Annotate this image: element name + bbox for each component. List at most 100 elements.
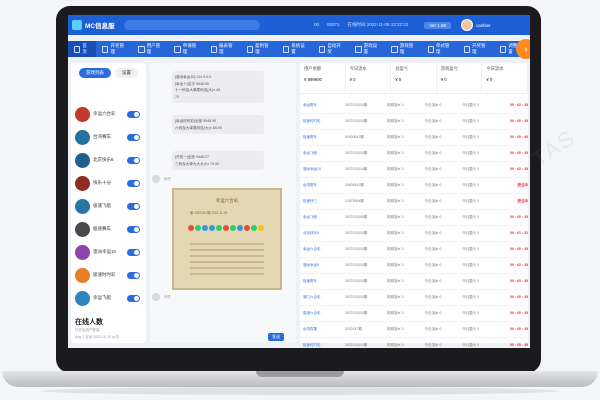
tab-settings[interactable]: 设置 bbox=[115, 68, 138, 78]
nav-icon bbox=[427, 45, 434, 53]
table-cell: 今日流水 0 bbox=[424, 134, 442, 139]
table-cell: 今日流水 0 bbox=[424, 118, 442, 123]
countdown-cell: 00 : 00 : 45 bbox=[510, 247, 528, 251]
game-name-cell[interactable]: 幸运六合彩 bbox=[300, 247, 345, 252]
table-row[interactable]: 澳门六合彩 2022111010期 本期流水 0 今日流水 0 今日盈亏 0 00 : 0… bbox=[300, 289, 528, 306]
table-row[interactable]: 幸运赛车 2022111010期 本期流水 0 今日流水 0 今日盈亏 0 00 : 02… bbox=[300, 97, 528, 114]
laptop-notch bbox=[256, 371, 344, 377]
game-group-item[interactable]: 极速赛车 bbox=[71, 218, 146, 240]
user-name[interactable]: cashier bbox=[476, 23, 491, 28]
game-name-cell[interactable]: 极速快三 bbox=[300, 199, 345, 204]
more-menu-button[interactable]: › bbox=[516, 39, 530, 59]
game-name: 澳洲幸运10 bbox=[93, 249, 117, 254]
table-cell: 今日流水 0 bbox=[424, 342, 442, 347]
table-row[interactable]: 极速时时彩 2022111010期 本期流水 0 今日流水 0 今日盈亏 0 00 : 0… bbox=[300, 113, 528, 130]
nav-item[interactable]: 申请管理 bbox=[168, 41, 204, 57]
chat-meta: 管理 bbox=[164, 295, 171, 299]
table-row[interactable]: 极速赛车 2022111010期 本期流水 0 今日流水 0 今日盈亏 0 00 : 03… bbox=[300, 273, 528, 290]
game-name-cell[interactable]: 极速赛车 bbox=[300, 279, 345, 284]
game-toggle[interactable] bbox=[127, 133, 140, 141]
table-cell: 今日盈亏 0 bbox=[462, 310, 480, 315]
table-cell: 今日流水 0 bbox=[424, 230, 442, 235]
chat-message: [幸运时时彩]全部 9548.90 六码及大单尾码连(大)x 4B.90 bbox=[172, 115, 264, 134]
game-name-cell[interactable]: 澳洲幸运5 bbox=[300, 263, 345, 268]
table-row[interactable]: 幸运六合彩 2022111010期 本期流水 0 今日流水 0 今日盈亏 0 00 : 0… bbox=[300, 241, 528, 258]
game-group-item[interactable]: 极速飞艇 bbox=[71, 195, 146, 217]
game-group-item[interactable]: 北京快乐8 bbox=[71, 149, 146, 171]
game-toggle[interactable] bbox=[127, 271, 140, 279]
game-name-cell[interactable]: 澳门六合彩 bbox=[300, 295, 345, 300]
table-row[interactable]: 幸运飞艇 2022111009期 本期流水 0 今日流水 0 今日盈亏 0 00 : 00… bbox=[300, 209, 528, 226]
nav-item[interactable]: 用户管理 bbox=[132, 41, 168, 57]
nav-item[interactable]: 首页 bbox=[68, 41, 97, 57]
game-name-cell[interactable]: 香港六合彩 bbox=[300, 311, 345, 316]
version-button[interactable]: Ver 1.98 bbox=[424, 21, 451, 29]
table-row[interactable]: 台湾宾果 2020187期 本期流水 0 今日流水 0 今日盈亏 0 00 : 00 : … bbox=[300, 321, 528, 338]
nav-item[interactable]: 盈利管理 bbox=[241, 41, 277, 57]
lottery-result-card[interactable]: 幸运六合彩 第 2022110 期 2022-11-09 bbox=[172, 188, 282, 290]
game-toggle[interactable] bbox=[127, 225, 140, 233]
table-row[interactable]: 澳洲幸运10 2022111014期 本期流水 0 今日流水 0 今日盈亏 0 00 : … bbox=[300, 161, 528, 178]
game-group-item[interactable]: 幸运飞艇 bbox=[71, 287, 146, 309]
table-row[interactable]: 极速时时彩 2022111010期 本期流水 0 今日流水 0 今日盈亏 0 00 : 0… bbox=[300, 337, 528, 348]
left-tabs: 游戏列表 设置 bbox=[71, 63, 146, 78]
game-group-item[interactable]: 极速时时彩 bbox=[71, 264, 146, 286]
game-name-cell[interactable]: 澳洲幸运10 bbox=[300, 167, 345, 172]
countdown-cell: 00 : 01 : 32 bbox=[510, 231, 528, 235]
online-subtitle: 已开启用户数量 bbox=[75, 328, 100, 332]
nav-item[interactable]: 单式管理 bbox=[422, 41, 458, 57]
table-cell: 今日盈亏 0 bbox=[462, 134, 480, 139]
game-name-cell[interactable]: 极速赛车 bbox=[300, 135, 345, 140]
game-toggle[interactable] bbox=[127, 248, 140, 256]
game-toggle[interactable] bbox=[127, 294, 140, 302]
nav-label: 开奖管理 bbox=[110, 43, 124, 54]
game-name-cell[interactable]: 台湾赛车 bbox=[300, 183, 345, 188]
game-name-cell[interactable]: 幸运赛车 bbox=[300, 103, 345, 108]
game-group-item[interactable]: 台湾赛车 bbox=[71, 126, 146, 148]
nav-item[interactable]: 开奖管理 bbox=[458, 41, 494, 57]
send-button[interactable]: 发送 bbox=[268, 333, 284, 341]
logo[interactable]: MC信息服 bbox=[68, 20, 122, 30]
search-input[interactable] bbox=[124, 20, 260, 30]
table-cell: 今日盈亏 0 bbox=[462, 326, 480, 331]
table-cell: 本期流水 0 bbox=[386, 294, 404, 299]
game-toggle[interactable] bbox=[127, 179, 140, 187]
game-group-item[interactable]: 快乐十分 bbox=[71, 172, 146, 194]
game-name: 台湾赛车 bbox=[93, 134, 111, 139]
table-cell: 今日流水 0 bbox=[424, 166, 442, 171]
table-row[interactable]: 澳洲幸运5 2022111010期 本期流水 0 今日流水 0 今日盈亏 0 00 : 0… bbox=[300, 257, 528, 274]
table-row[interactable]: 幸运飞艇 2022111010期 本期流水 0 今日流水 0 今日盈亏 0 00 : 00… bbox=[300, 145, 528, 162]
game-group-item[interactable]: 澳洲幸运10 bbox=[71, 241, 146, 263]
game-toggle[interactable] bbox=[127, 110, 140, 118]
nav-item[interactable]: 游戏管理 bbox=[385, 41, 421, 57]
nav-item[interactable]: 系统设置 bbox=[277, 41, 313, 57]
game-name-cell[interactable]: 极速时时彩 bbox=[300, 119, 345, 124]
nav-item[interactable]: 报表管理 bbox=[205, 41, 241, 57]
table-row[interactable]: 极速快三 12475364期 本期流水 0 今日流水 0 今日盈亏 0 投注中 bbox=[300, 193, 528, 210]
countdown-cell: 00 : 00 : 45 bbox=[510, 215, 528, 219]
table-row[interactable]: 极速赛车 00000841期 本期流水 0 今日流水 0 今日盈亏 0 00 : 00 :… bbox=[300, 129, 528, 146]
chat-message: [开奖一]全部 9446.27 三码及大单大大大小x 74.90 bbox=[172, 151, 264, 170]
countdown-cell: 00 : 00 : 45 bbox=[510, 119, 528, 123]
game-name-cell[interactable]: 幸运飞艇 bbox=[300, 215, 345, 220]
nav-item[interactable]: 游戏设置 bbox=[349, 41, 385, 57]
nav-item[interactable]: 自动开奖 bbox=[313, 41, 349, 57]
user-avatar[interactable] bbox=[461, 19, 473, 31]
table-row[interactable]: 香港六合彩 2022111010期 本期流水 0 今日流水 0 今日盈亏 0 00 : 0… bbox=[300, 305, 528, 322]
game-group-item[interactable]: 幸运六合彩 bbox=[71, 103, 146, 125]
game-name-cell[interactable]: 幸运飞艇 bbox=[300, 151, 345, 156]
tab-game-list[interactable]: 游戏列表 bbox=[79, 68, 111, 78]
table-cell: 今日盈亏 0 bbox=[462, 230, 480, 235]
result-ball bbox=[195, 225, 201, 231]
game-name-cell[interactable]: 极速时时彩 bbox=[300, 343, 345, 348]
game-toggle[interactable] bbox=[127, 156, 140, 164]
nav-item[interactable]: 开奖管理 bbox=[96, 41, 132, 57]
table-row[interactable]: 台湾赛车 20004841期 本期流水 0 今日流水 0 今日盈亏 0 投注中 bbox=[300, 177, 528, 194]
table-cell: 12475364期 bbox=[344, 198, 364, 203]
game-toggle[interactable] bbox=[127, 202, 140, 210]
game-name-cell[interactable]: 北京快乐8 bbox=[300, 231, 345, 236]
game-name-cell[interactable]: 台湾宾果 bbox=[300, 327, 345, 332]
table-cell: 2022111009期 bbox=[344, 214, 368, 219]
countdown-cell: 投注中 bbox=[517, 182, 529, 187]
table-row[interactable]: 北京快乐8 2022111010期 本期流水 0 今日流水 0 今日盈亏 0 00 : 0… bbox=[300, 225, 528, 242]
